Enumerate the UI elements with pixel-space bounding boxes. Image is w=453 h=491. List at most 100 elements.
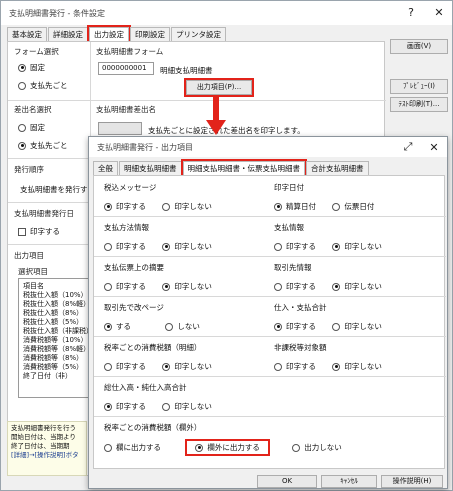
tab-printer[interactable]: プリンタ設定: [171, 27, 226, 41]
sender-select-per-payee[interactable]: 支払先ごと: [18, 140, 68, 151]
preview-button[interactable]: ﾌﾟﾚﾋﾞｭｰ(I): [390, 79, 448, 94]
radio-print[interactable]: 印字する: [274, 321, 316, 332]
group-tax-by-rate-margin: 税率ごとの消費税額（欄外） 欄に出力する 欄外に出力する 出力しない: [104, 423, 342, 456]
radio-no-print[interactable]: 印字しない: [162, 201, 212, 212]
sender-name-field: [98, 122, 142, 135]
list-item[interactable]: 消費税額等（8%軽）: [19, 345, 90, 354]
dialog-content: 税込メッセージ 印字する 印字しない 印字日付 精算日付 伝票日付 支払方法情報…: [93, 175, 446, 469]
radio-no-print[interactable]: 印字しない: [332, 281, 382, 292]
tab-basic[interactable]: 基本設定: [7, 27, 47, 41]
radio-no-print[interactable]: 印字しない: [162, 241, 212, 252]
output-items-label: 出力項目: [14, 251, 44, 260]
divider: [90, 42, 91, 100]
radio-print[interactable]: 印字する: [104, 241, 146, 252]
help-note-line: [詳細]→[操作説明]ボタ: [11, 451, 79, 459]
radio-yes[interactable]: する: [104, 321, 131, 332]
selected-items-label: 選択項目: [18, 267, 48, 276]
tab-detail-voucher-statement[interactable]: 明細支払明細書・伝票支払明細書: [180, 159, 307, 177]
form-select-fixed[interactable]: 固定: [18, 62, 45, 73]
radio-no-print[interactable]: 印字しない: [332, 241, 382, 252]
list-item[interactable]: 税抜仕入額（10%）: [19, 291, 89, 300]
group-page-break: 取引先で改ページ する しない: [104, 303, 200, 332]
radio-dot: [18, 123, 26, 132]
radio-print[interactable]: 印字する: [274, 281, 316, 292]
divider: [8, 202, 88, 203]
list-item[interactable]: 税抜仕入額（5%）: [19, 318, 89, 327]
radio-dot: [18, 141, 26, 150]
list-item[interactable]: 消費税額等（10%）: [19, 336, 89, 345]
tab-general[interactable]: 全般: [93, 161, 118, 175]
list-item[interactable]: 税抜仕入額（8%軽）: [19, 300, 90, 309]
radio-no-print[interactable]: 印字しない: [162, 281, 212, 292]
tab-output[interactable]: 出力設定: [87, 25, 131, 43]
window-title: 支払明細書発行 - 条件設定: [9, 8, 105, 18]
radio-dot: [18, 63, 26, 72]
group-payment-method-info: 支払方法情報 印字する 印字しない: [104, 223, 212, 252]
help-note-line: 開始日付は、当期より: [11, 433, 76, 441]
divider: [8, 244, 88, 245]
radio-in-column[interactable]: 欄に出力する: [104, 442, 161, 453]
radio-print[interactable]: 印字する: [274, 241, 316, 252]
issue-order-text: 支払明細書を発行す: [20, 185, 88, 194]
payment-form-label: 支払明細書フォーム: [96, 47, 164, 56]
group-tax-by-rate-detail: 税率ごとの消費税額（明細） 印字する 印字しない: [104, 343, 212, 372]
tab-detail-statement[interactable]: 明細支払明細書: [119, 161, 182, 175]
close-icon[interactable]: ✕: [432, 4, 446, 20]
ok-button[interactable]: OK: [257, 475, 317, 488]
tab-detail[interactable]: 詳細設定: [48, 27, 88, 41]
expand-icon[interactable]: ⤢: [401, 139, 415, 155]
list-item[interactable]: 終了日付（非）: [19, 372, 89, 381]
tab-print[interactable]: 印刷設定: [130, 27, 170, 41]
list-item[interactable]: 税抜仕入額（8%）: [19, 309, 89, 318]
divider: [94, 416, 446, 417]
main-titlebar: 支払明細書発行 - 条件設定 ? ✕: [1, 1, 452, 25]
help-icon[interactable]: ?: [404, 4, 418, 20]
radio-outside-column[interactable]: 欄外に出力する: [185, 439, 270, 456]
list-item[interactable]: 税抜仕入額（非課税）: [19, 327, 93, 336]
radio-voucher-date[interactable]: 伝票日付: [332, 201, 374, 212]
issue-date-checkbox[interactable]: 印字する: [18, 226, 60, 237]
form-select-per-payee[interactable]: 支払先ごと: [18, 80, 68, 91]
down-arrow-icon: [206, 96, 226, 135]
dialog-titlebar: 支払明細書発行 - 出力項目 ⤢ ✕: [89, 137, 447, 157]
radio-no-print[interactable]: 印字しない: [162, 361, 212, 372]
sender-select-label: 差出名選択: [14, 105, 52, 114]
output-items-list[interactable]: 項目名 税抜仕入額（10%） 税抜仕入額（8%軽） 税抜仕入額（8%） 税抜仕入…: [18, 278, 93, 398]
list-item[interactable]: 消費税額等（8%）: [19, 354, 89, 363]
list-header: 項目名: [23, 282, 44, 290]
screen-button[interactable]: 画面(V): [390, 39, 448, 54]
group-non-taxable-amount: 非課税等対象額 印字する 印字しない: [274, 343, 382, 372]
close-icon[interactable]: ✕: [427, 139, 441, 155]
group-print-date: 印字日付 精算日付 伝票日付: [274, 183, 375, 212]
radio-no-print[interactable]: 印字しない: [162, 401, 212, 412]
sender-select-fixed[interactable]: 固定: [18, 122, 45, 133]
radio-no-print[interactable]: 印字しない: [332, 361, 382, 372]
main-tabs: 基本設定 詳細設定 出力設定 印刷設定 プリンタ設定: [7, 25, 227, 43]
form-select-label: フォーム選択: [14, 47, 59, 56]
list-item[interactable]: 消費税額等（5%）: [19, 363, 89, 372]
radio-no[interactable]: しない: [165, 321, 200, 332]
group-tax-message: 税込メッセージ 印字する 印字しない: [104, 183, 212, 212]
divider: [94, 256, 446, 257]
help-button[interactable]: 操作説明(H): [381, 475, 443, 488]
radio-no-print[interactable]: 印字しない: [332, 321, 382, 332]
help-note-line: 支払明細書発行を行う: [11, 424, 76, 432]
radio-print[interactable]: 印字する: [104, 281, 146, 292]
test-print-button[interactable]: ﾃｽﾄ印刷(T)...: [390, 97, 448, 112]
sender-name-label: 支払明細書差出名: [96, 105, 156, 114]
radio-no-output[interactable]: 出力しない: [292, 442, 342, 453]
cancel-button[interactable]: ｷｬﾝｾﾙ: [321, 475, 377, 488]
output-items-dialog: 支払明細書発行 - 出力項目 ⤢ ✕ 全般 明細支払明細書 明細支払明細書・伝票…: [88, 136, 448, 489]
dialog-tabs: 全般 明細支払明細書 明細支払明細書・伝票支払明細書 合計支払明細書: [93, 159, 370, 177]
group-voucher-summary: 支払伝票上の摘要 印字する 印字しない: [104, 263, 212, 292]
radio-print[interactable]: 印字する: [274, 361, 316, 372]
output-items-button[interactable]: 出力項目(P)...: [184, 78, 254, 97]
radio-settlement-date[interactable]: 精算日付: [274, 201, 316, 212]
group-purchase-payment-total: 仕入・支払合計 印字する 印字しない: [274, 303, 382, 332]
radio-print[interactable]: 印字する: [104, 201, 146, 212]
tab-total-statement[interactable]: 合計支払明細書: [306, 161, 369, 175]
radio-print[interactable]: 印字する: [104, 361, 146, 372]
radio-dot: [18, 81, 26, 90]
form-code-field[interactable]: 0000000001: [98, 62, 154, 75]
radio-print[interactable]: 印字する: [104, 401, 146, 412]
